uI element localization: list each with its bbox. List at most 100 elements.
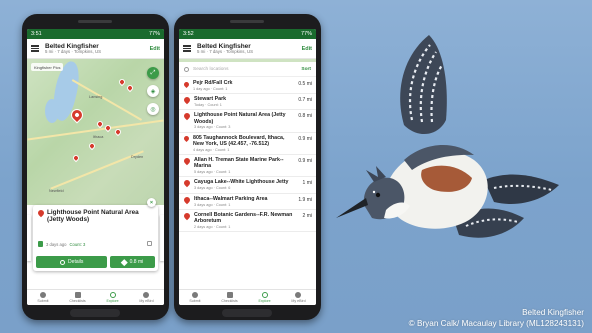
next-card-peek[interactable] — [160, 215, 164, 261]
nav-explore[interactable]: Explore — [258, 292, 271, 303]
card-meta: 3 days ago Count: 3 — [38, 241, 85, 247]
hotspot-distance: 1 mi — [302, 180, 312, 187]
hotspot-pin[interactable] — [87, 141, 97, 151]
status-bar: 3:51 77% — [27, 29, 164, 39]
hotspot-name: Cayuga Lake--White Lighthouse Jetty — [194, 179, 289, 186]
directions-icon — [121, 258, 128, 266]
nav-submit[interactable]: Submit — [189, 292, 201, 303]
search-input[interactable]: Search locations — [193, 67, 301, 72]
nav-explore[interactable]: Explore — [106, 292, 119, 303]
locate-me-icon[interactable]: ◎ — [147, 103, 159, 115]
nav-my-ebird[interactable]: My eBird — [291, 292, 306, 303]
earpiece — [78, 20, 112, 23]
map-layer-chip[interactable]: Kingfisher Pics — [31, 63, 64, 71]
nav-submit[interactable]: Submit — [37, 292, 49, 303]
hotspot-pin[interactable] — [103, 123, 113, 133]
location-pin-icon — [182, 179, 192, 188]
app-bar: Belted Kingfisher 5 mi · 7 days · Tompki… — [179, 39, 316, 59]
search-icon — [109, 292, 116, 298]
nav-label: Submit — [189, 299, 201, 303]
nav-checklists[interactable]: Checklists — [221, 292, 238, 303]
nav-my-ebird[interactable]: My eBird — [139, 292, 154, 303]
home-bar — [222, 309, 272, 317]
nav-label: Checklists — [69, 299, 86, 303]
phone-list-view: 3:52 77% Belted Kingfisher 5 mi · 7 days… — [174, 14, 321, 320]
status-battery: 77% — [148, 31, 160, 37]
list-item[interactable]: 805 Taughannock Boulevard, Ithaca, New Y… — [179, 132, 316, 156]
info-icon — [60, 259, 66, 265]
hotspot-distance: 0.5 mi — [298, 81, 312, 87]
sort-button[interactable]: Sort — [301, 67, 311, 72]
location-pin-icon — [182, 95, 192, 105]
nav-label: Submit — [37, 299, 49, 303]
bill — [336, 198, 368, 218]
hotspot-meta: 3 days ago · Count: 6 — [194, 186, 231, 191]
details-label: Details — [68, 259, 84, 265]
hotspot-meta: 3 days ago · Count: 1 — [194, 202, 231, 207]
hotspot-distance: 2 mi — [302, 212, 312, 219]
edit-button[interactable]: Edit — [150, 46, 160, 52]
hotspot-pin[interactable] — [125, 83, 135, 93]
app-title-block[interactable]: Belted Kingfisher 5 mi · 7 days · Tompki… — [197, 43, 302, 55]
location-pin-icon — [182, 211, 192, 221]
edit-button[interactable]: Edit — [302, 46, 312, 52]
list-item[interactable]: Allan H. Treman State Marine Park--Marin… — [179, 155, 316, 178]
directions-button[interactable]: 0.8 mi — [110, 256, 155, 268]
hotspot-pin[interactable] — [71, 153, 81, 163]
distance-label: 0.8 mi — [129, 259, 144, 265]
credit-photographer: © Bryan Calk/ Macaulay Library (ML128243… — [408, 318, 584, 328]
hotspot-meta: 5 days ago · Count: 1 — [194, 170, 231, 175]
prev-card-peek[interactable] — [27, 215, 31, 261]
status-battery: 77% — [300, 31, 312, 37]
hotspot-pin[interactable] — [117, 77, 127, 87]
phone-map-view: 3:51 77% Belted Kingfisher 5 mi · 7 days… — [22, 14, 169, 320]
hotspot-card-area: × Lighthouse Point Natural Area (Jetty W… — [27, 198, 164, 273]
checklist-nav-icon — [226, 292, 233, 298]
hotspot-name: Lighthouse Point Natural Area (Jetty Woo… — [194, 112, 286, 125]
hotspot-list[interactable]: Pejr Rd/Fall Crk 1 day ago · Count: 1 0.5… — [179, 78, 316, 289]
nav-label: My eBird — [291, 299, 306, 303]
list-item[interactable]: Stewart Park Today · Count: 1 0.7 mi — [179, 94, 316, 111]
hotspot-distance: 1.9 mi — [298, 196, 312, 203]
phone-screen: 3:52 77% Belted Kingfisher 5 mi · 7 days… — [179, 29, 316, 305]
card-actions: Details 0.8 mi — [36, 256, 155, 268]
list-item[interactable]: Cornell Botanic Gardens--F.R. Newman Arb… — [179, 209, 316, 233]
filter-subtitle: 5 mi · 7 days · Tompkins, US — [45, 48, 102, 54]
status-time: 3:51 — [31, 31, 42, 37]
list-item[interactable]: Pejr Rd/Fall Crk 1 day ago · Count: 1 0.5… — [179, 78, 316, 95]
hotspot-name: Pejr Rd/Fall Crk — [193, 80, 233, 86]
nav-label: My eBird — [139, 299, 154, 303]
hotspot-meta: 1 day ago · Count: 1 — [193, 86, 228, 91]
details-button[interactable]: Details — [36, 256, 108, 268]
list-item[interactable]: Cayuga Lake--White Lighthouse Jetty 3 day… — [179, 177, 316, 194]
status-time: 3:52 — [183, 31, 194, 37]
hotspot-meta: 4 days ago · Count: 1 — [193, 147, 230, 152]
nav-checklists[interactable]: Checklists — [69, 292, 86, 303]
plus-circle-icon — [191, 292, 198, 298]
checklist-icon — [38, 241, 43, 247]
photo-credit: Belted Kingfisher © Bryan Calk/ Macaulay… — [409, 307, 584, 329]
bottom-nav: Submit Checklists Explore My eBird — [27, 289, 164, 305]
map-view[interactable]: Kingfisher Pics Lansing Ithaca Dryden Ne… — [27, 59, 164, 205]
hotspot-card[interactable]: × Lighthouse Point Natural Area (Jetty W… — [33, 198, 158, 271]
menu-icon[interactable] — [183, 45, 191, 52]
expand-map-icon[interactable]: ⤢ — [147, 67, 159, 79]
hotspot-distance: 0.9 mi — [298, 158, 312, 165]
bottom-nav: Submit Checklists Explore My eBird — [179, 289, 316, 305]
map-town-label: Lansing — [89, 95, 103, 99]
list-item[interactable]: Ithaca--Walmart Parking Area 3 days ago ·… — [179, 193, 316, 210]
card-count: Count: 3 — [69, 241, 86, 247]
map-town-label: Dryden — [131, 155, 144, 159]
app-title-block[interactable]: Belted Kingfisher 5 mi · 7 days · Tompki… — [45, 43, 150, 55]
hotspot-pin[interactable] — [113, 127, 123, 137]
list-item[interactable]: Lighthouse Point Natural Area (Jetty Woo… — [179, 110, 316, 133]
status-bar: 3:52 77% — [179, 29, 316, 39]
layers-icon[interactable]: ◈ — [147, 85, 159, 97]
menu-icon[interactable] — [31, 45, 39, 52]
close-card-icon[interactable]: × — [147, 198, 156, 207]
earpiece — [230, 20, 264, 23]
home-bar — [70, 309, 120, 317]
nav-label: Explore — [106, 299, 119, 303]
calendar-icon[interactable] — [147, 241, 152, 246]
location-pin-icon — [182, 80, 191, 88]
